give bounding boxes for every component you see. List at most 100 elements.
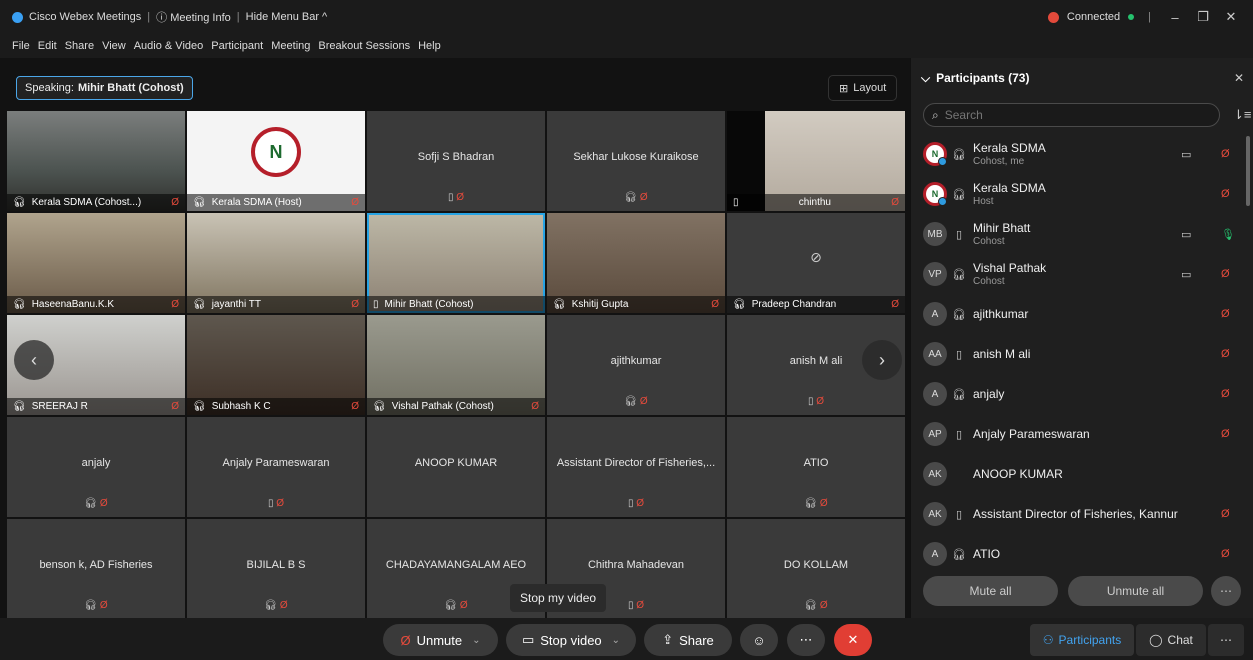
menu-file[interactable]: File [12,40,30,52]
video-tile[interactable]: 🎧︎ Subhash K C Ø [187,315,365,415]
participant-search[interactable]: ⌕ [923,103,1220,127]
video-tile[interactable]: 🎧︎ HaseenaBanu.K.K Ø [7,213,185,313]
meeting-info-button[interactable]: ⓘ Meeting Info [156,9,231,25]
tile-name: jayanthi TT [211,299,261,310]
muted-mic-icon: Ø [351,401,359,412]
layout-label: Layout [853,82,887,94]
share-button[interactable]: ⇪ Share [644,624,732,656]
video-tile[interactable]: Sekhar Lukose Kuraikose 🎧︎ Ø [547,111,725,211]
participant-row[interactable]: A 🎧︎ ATIO Ø [911,534,1253,574]
muted-mic-icon[interactable]: Ø [1221,308,1230,320]
menu-meeting[interactable]: Meeting [271,40,310,52]
participant-row[interactable]: N 🎧︎ Kerala SDMA Cohost, me ▭ Ø [911,134,1253,174]
muted-mic-icon[interactable]: Ø [1221,428,1230,440]
video-tile[interactable]: BIJILAL B S 🎧︎ Ø [187,519,365,619]
close-window-icon[interactable]: ✕ [1221,9,1241,25]
minimize-icon[interactable]: – [1165,10,1185,25]
video-tile[interactable]: ANOOP KUMAR [367,417,545,517]
chevron-down-icon[interactable]: ⌄ [472,635,480,646]
more-options-button[interactable]: ⋯ [1211,576,1241,606]
phone-icon: ▯ [955,508,963,521]
participant-name: Anjaly Parameswaran [973,427,1090,441]
next-page-button[interactable]: › [862,340,902,380]
menu-audio-video[interactable]: Audio & Video [134,40,204,52]
menu-share[interactable]: Share [65,40,94,52]
leave-meeting-button[interactable]: ✕ [834,624,872,656]
video-tile[interactable]: DO KOLLAM 🎧︎ Ø [727,519,905,619]
participant-row[interactable]: AP ▯ Anjaly Parameswaran Ø [911,414,1253,454]
unmute-button[interactable]: Ø Unmute ⌄ [383,624,498,656]
kerala-sdma-logo: N [251,127,301,177]
participant-row[interactable]: MB ▯ Mihir Bhatt Cohost ▭ 🎙︎ [911,214,1253,254]
reactions-button[interactable]: ☺ [740,624,778,656]
video-tile[interactable]: ajithkumar 🎧︎ Ø [547,315,725,415]
muted-mic-icon[interactable]: Ø [1221,188,1230,200]
muted-mic-icon[interactable]: Ø [1221,268,1230,280]
menu-breakout-sessions[interactable]: Breakout Sessions [318,40,410,52]
muted-mic-icon[interactable]: Ø [1221,548,1230,560]
participant-row[interactable]: AA ▯ anish M ali Ø [911,334,1253,374]
participant-row[interactable]: VP 🎧︎ Vishal Pathak Cohost ▭ Ø [911,254,1253,294]
video-tile[interactable]: ⊘ 🎧︎ Pradeep Chandran Ø [727,213,905,313]
video-grid: 🎧︎ Kerala SDMA (Cohost...) Ø N 🎧︎ Kerala SD… [7,111,905,619]
unmute-all-button[interactable]: Unmute all [1068,576,1203,606]
previous-page-button[interactable]: ‹ [14,340,54,380]
video-tile[interactable]: ATIO 🎧︎ Ø [727,417,905,517]
muted-mic-icon: Ø [819,498,828,509]
chat-button[interactable]: ◯ Chat [1136,624,1206,656]
video-tile[interactable]: Assistant Director of Fisheries,... ▯ Ø [547,417,725,517]
video-tile[interactable]: 🎧︎ jayanthi TT Ø [187,213,365,313]
muted-mic-icon: Ø [99,498,108,509]
participant-name: Vishal Pathak [973,261,1047,275]
more-panels-button[interactable]: ⋯ [1208,624,1244,656]
participant-info: anish M ali [973,347,1030,361]
video-tile[interactable]: Anjaly Parameswaran ▯ Ø [187,417,365,517]
video-tile[interactable]: 🎧︎ Kerala SDMA (Cohost...) Ø [7,111,185,211]
video-tile[interactable]: ▯ chinthu Ø [727,111,905,211]
participants-button[interactable]: ⚇ Participants [1030,624,1134,656]
video-tile[interactable]: anjaly 🎧︎ Ø [7,417,185,517]
muted-mic-icon: Ø [459,600,468,611]
participant-row[interactable]: A 🎧︎ ajithkumar Ø [911,294,1253,334]
video-tile[interactable]: N 🎧︎ Kerala SDMA (Host) Ø [187,111,365,211]
menu-help[interactable]: Help [418,40,441,52]
sort-icon[interactable]: ⇂≡ [1233,107,1251,123]
collapse-chevron-icon[interactable]: ⌵ [921,71,930,86]
menu-participant[interactable]: Participant [211,40,263,52]
participants-panel: ⌵ Participants (73) ✕ ⌕ ⇂≡ N 🎧︎ Kerala SDM… [910,58,1253,618]
chat-bubble-icon: ◯ [1149,633,1163,647]
participant-row[interactable]: AK ANOOP KUMAR [911,454,1253,494]
layout-button[interactable]: ⊞ Layout [828,75,898,101]
muted-mic-icon[interactable]: Ø [1221,148,1230,160]
muted-mic-icon[interactable]: Ø [1221,348,1230,360]
participant-row[interactable]: A 🎧︎ anjaly Ø [911,374,1253,414]
title-separator: | [1148,11,1151,23]
restore-icon[interactable]: ❐ [1193,9,1213,25]
mute-all-button[interactable]: Mute all [923,576,1058,606]
close-panel-icon[interactable]: ✕ [1234,71,1244,85]
stop-video-button[interactable]: ▭ Stop video ⌄ [506,624,636,656]
tile-name: Kerala SDMA (Host) [211,197,302,208]
camera-off-icon: ⊘ [810,249,822,265]
video-tile[interactable]: 🎧︎ Kshitij Gupta Ø [547,213,725,313]
connection-status-icon[interactable] [1047,11,1059,23]
muted-mic-icon[interactable]: Ø [1221,508,1230,520]
video-tile[interactable]: Sofji S Bhadran ▯ Ø [367,111,545,211]
video-camera-icon: ▭ [1181,148,1192,161]
chevron-down-icon[interactable]: ⌄ [612,635,620,646]
participant-row[interactable]: N 🎧︎ Kerala SDMA Host Ø [911,174,1253,214]
participant-row[interactable]: AK ▯ Assistant Director of Fisheries, Kann… [911,494,1253,534]
menu-view[interactable]: View [102,40,126,52]
video-tile[interactable]: 🎧︎ Vishal Pathak (Cohost) Ø [367,315,545,415]
avatar: AA [923,342,947,366]
video-tile-active-speaker[interactable]: ▯ Mihir Bhatt (Cohost) [367,213,545,313]
menu-edit[interactable]: Edit [38,40,57,52]
mic-on-icon[interactable]: 🎙︎ [1221,228,1235,241]
muted-mic-icon[interactable]: Ø [1221,388,1230,400]
hide-menu-bar-button[interactable]: Hide Menu Bar ^ [246,11,328,23]
video-tile[interactable]: benson k, AD Fisheries 🎧︎ Ø [7,519,185,619]
more-button[interactable]: ⋯ [787,624,825,656]
tile-label: 🎧︎ HaseenaBanu.K.K Ø [7,296,185,313]
search-input[interactable] [944,108,1185,122]
tile-name: ajithkumar [610,355,662,367]
